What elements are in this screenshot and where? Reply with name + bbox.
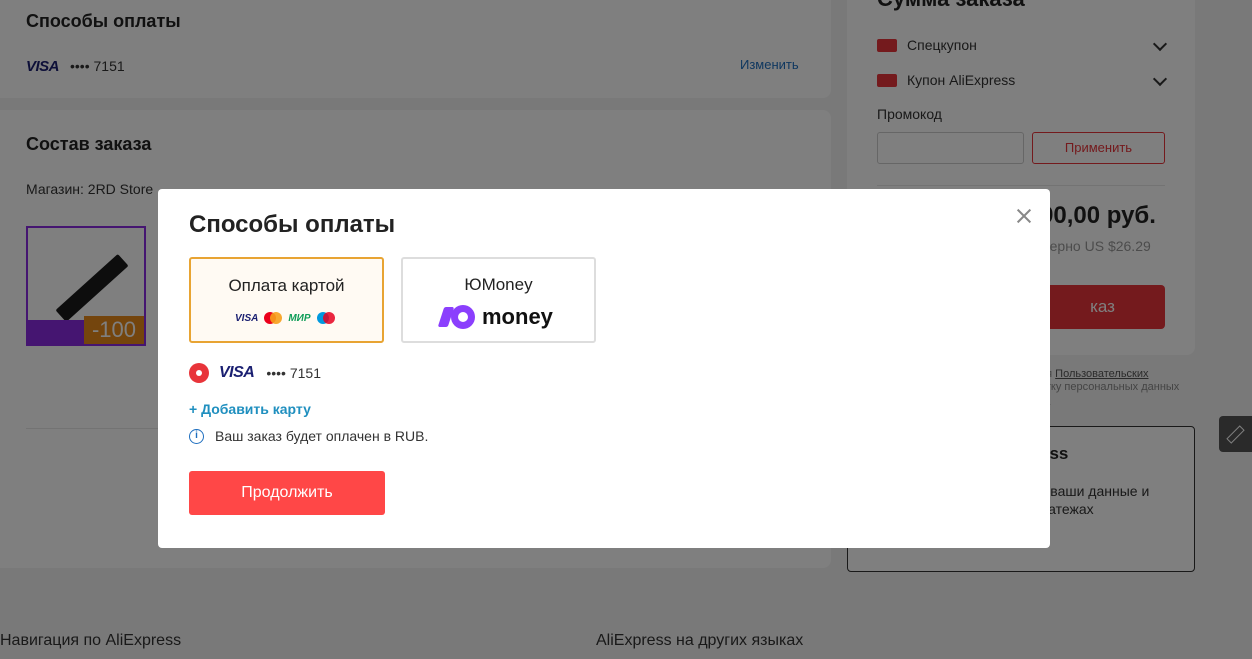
currency-note-text: Ваш заказ будет оплачен в RUB. xyxy=(215,428,429,444)
saved-card-row[interactable]: VISA •••• 7151 xyxy=(189,362,321,384)
saved-card-radio[interactable] xyxy=(189,363,209,383)
payment-methods-modal: Способы оплаты Оплата картой VISA МИР ЮM… xyxy=(158,189,1050,548)
close-icon[interactable] xyxy=(1014,206,1034,226)
currency-note: i Ваш заказ будет оплачен в RUB. xyxy=(189,427,428,445)
continue-button[interactable]: Продолжить xyxy=(189,471,385,515)
mastercard-icon xyxy=(264,312,283,324)
yoomoney-logo: money xyxy=(437,304,553,330)
method-yoomoney[interactable]: ЮMoney money xyxy=(401,257,596,343)
mir-logo: МИР xyxy=(288,312,311,324)
visa-logo: VISA xyxy=(235,312,259,324)
info-icon: i xyxy=(189,428,204,444)
method-label: Оплата картой xyxy=(228,276,345,295)
yoomoney-icon xyxy=(437,305,475,329)
yoomoney-wordmark: money xyxy=(482,304,553,329)
card-logos: VISA МИР xyxy=(235,311,335,325)
modal-title: Способы оплаты xyxy=(189,211,396,238)
maestro-icon xyxy=(316,312,335,324)
visa-logo: VISA xyxy=(219,364,255,381)
card-number-masked: •••• 7151 xyxy=(266,365,321,381)
method-label: ЮMoney xyxy=(464,275,533,294)
add-card-link[interactable]: + Добавить карту xyxy=(189,401,311,417)
method-card-payment[interactable]: Оплата картой VISA МИР xyxy=(189,257,384,343)
